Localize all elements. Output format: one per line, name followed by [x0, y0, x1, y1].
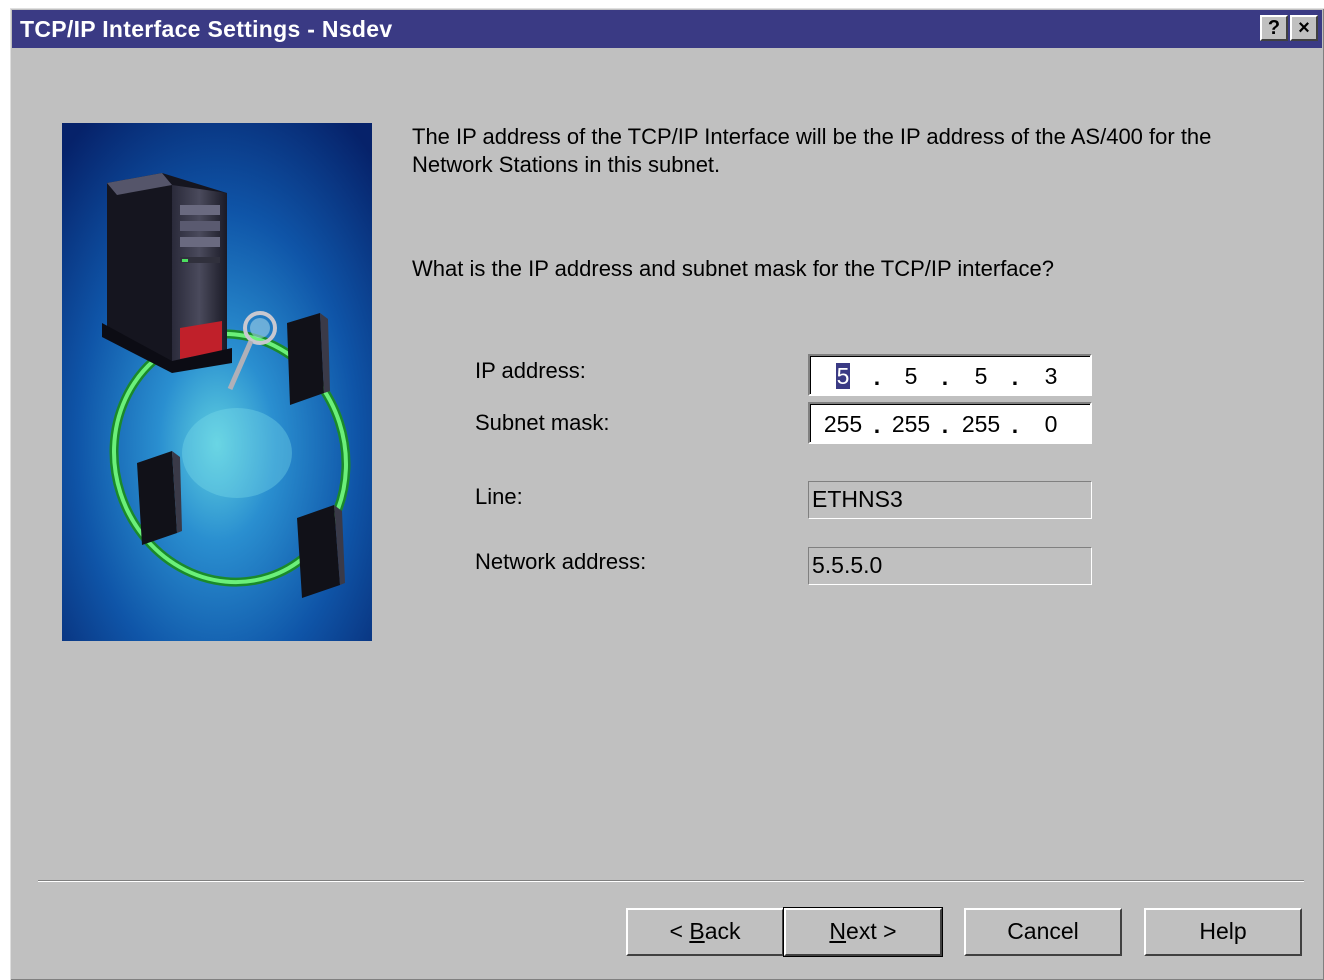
mask-dot: .: [1011, 412, 1019, 438]
window-title: TCP/IP Interface Settings - Nsdev: [20, 16, 393, 42]
back-prefix: <: [669, 918, 690, 944]
back-button[interactable]: < Back: [626, 908, 784, 956]
mask-octet-3[interactable]: 255: [956, 411, 1006, 437]
question-text: What is the IP address and subnet mask f…: [412, 256, 1055, 281]
as400-network-illustration: [62, 123, 372, 641]
help-title-button[interactable]: ?: [1260, 15, 1288, 41]
title-bar[interactable]: TCP/IP Interface Settings - Nsdev ? ×: [12, 10, 1322, 48]
ip-dot: .: [941, 364, 949, 390]
close-icon[interactable]: ×: [1290, 15, 1318, 41]
ip-address-input[interactable]: 5 . 5 . 5 . 3: [808, 354, 1092, 396]
back-rest: ack: [704, 918, 741, 944]
network-address-label: Network address:: [475, 549, 647, 574]
mask-octet-2[interactable]: 255: [886, 411, 936, 437]
ip-address-label: IP address:: [475, 358, 586, 383]
network-address-field: 5.5.5.0: [808, 547, 1092, 585]
ip-dot: .: [1011, 364, 1019, 390]
line-field: ETHNS3: [808, 481, 1092, 519]
ip-octet-3[interactable]: 5: [956, 363, 1006, 389]
mask-dot: .: [941, 412, 949, 438]
subnet-mask-input[interactable]: 255 . 255 . 255 . 0: [808, 402, 1092, 444]
mask-octet-4[interactable]: 0: [1026, 411, 1076, 437]
ip-dot: .: [873, 364, 881, 390]
mask-octet-1[interactable]: 255: [818, 411, 868, 437]
ip-octet-1[interactable]: 5: [818, 363, 868, 389]
ip-octet-4[interactable]: 3: [1026, 363, 1076, 389]
cancel-button[interactable]: Cancel: [964, 908, 1122, 956]
help-button[interactable]: Help: [1144, 908, 1302, 956]
ip-octet-2[interactable]: 5: [886, 363, 936, 389]
intro-text: The IP address of the TCP/IP Interface w…: [412, 124, 1212, 177]
next-mnemonic: N: [829, 918, 847, 944]
dialog-window: TCP/IP Interface Settings - Nsdev ? × Th…: [10, 8, 1324, 980]
back-mnemonic: B: [689, 918, 705, 944]
subnet-mask-label: Subnet mask:: [475, 410, 610, 435]
next-button[interactable]: Next >: [783, 907, 943, 957]
next-rest: ext >: [846, 918, 897, 944]
mask-dot: .: [873, 412, 881, 438]
line-label: Line:: [475, 484, 523, 509]
button-separator: [38, 880, 1304, 882]
